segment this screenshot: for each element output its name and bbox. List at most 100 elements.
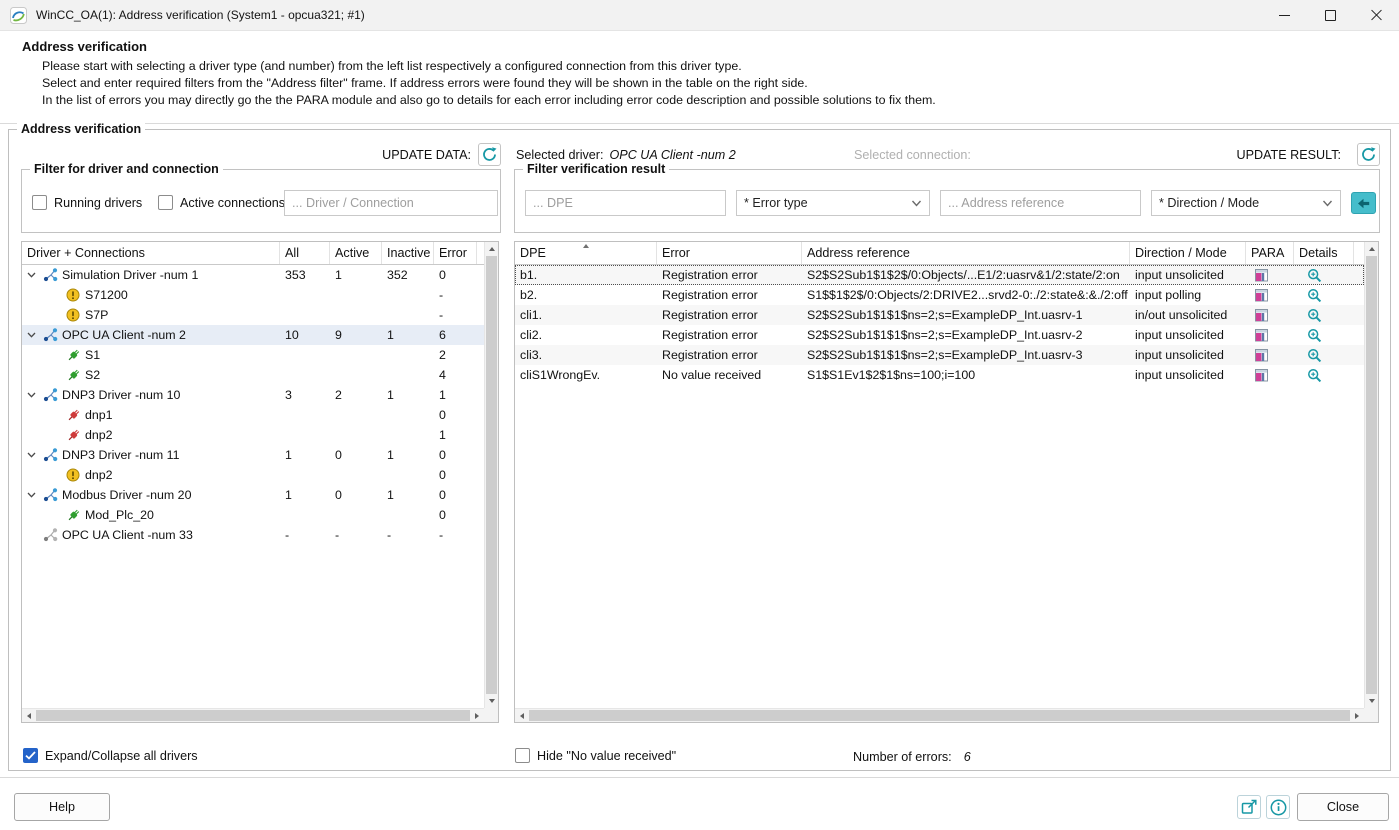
column-all[interactable]: All	[280, 242, 330, 264]
column-error[interactable]: Error	[657, 242, 802, 264]
zoom-details-icon[interactable]	[1307, 308, 1322, 323]
zoom-details-icon[interactable]	[1307, 268, 1322, 283]
driver-label: Modbus Driver -num 20	[62, 488, 191, 502]
scroll-up-arrow[interactable]	[1365, 242, 1378, 256]
para-icon[interactable]	[1255, 268, 1268, 282]
bottom-separator	[0, 777, 1399, 778]
driver-connection-filter-input[interactable]	[284, 190, 498, 216]
scrollbar-thumb[interactable]	[486, 256, 497, 694]
help-button[interactable]: Help	[14, 793, 110, 821]
column-driver-connections[interactable]: Driver + Connections	[22, 242, 280, 264]
scrollbar-thumb[interactable]	[529, 710, 1350, 721]
tree-row-connection[interactable]: dnp2 0	[22, 465, 484, 485]
update-result-button[interactable]	[1357, 143, 1380, 166]
scrollbar-corner	[1364, 708, 1378, 722]
expand-collapse-row: Expand/Collapse all drivers	[23, 748, 198, 763]
horizontal-scrollbar[interactable]	[515, 708, 1364, 722]
column-details[interactable]: Details	[1294, 242, 1354, 264]
chevron-down-icon[interactable]	[27, 272, 43, 278]
scrollbar-thumb[interactable]	[36, 710, 470, 721]
tree-row-driver[interactable]: DNP3 Driver -num 11 1 0 1 0	[22, 445, 484, 465]
scroll-right-arrow[interactable]	[470, 709, 484, 722]
expand-collapse-checkbox[interactable]	[23, 748, 38, 763]
chevron-down-icon[interactable]	[27, 392, 43, 398]
maximize-button[interactable]	[1307, 0, 1353, 30]
para-icon[interactable]	[1255, 308, 1268, 322]
tree-row-connection[interactable]: dnp2 1	[22, 425, 484, 445]
tree-row-driver[interactable]: OPC UA Client -num 33 - - - -	[22, 525, 484, 545]
zoom-details-icon[interactable]	[1307, 328, 1322, 343]
scrollbar-thumb[interactable]	[1366, 256, 1377, 694]
minimize-button[interactable]	[1261, 0, 1307, 30]
column-dpe[interactable]: DPE	[515, 242, 657, 264]
zoom-details-icon[interactable]	[1307, 368, 1322, 383]
export-button[interactable]	[1237, 795, 1261, 819]
tree-row-driver[interactable]: DNP3 Driver -num 10 3 2 1 1	[22, 385, 484, 405]
intro-line-1: Please start with selecting a driver typ…	[42, 58, 936, 75]
address-reference-filter-input[interactable]	[940, 190, 1141, 216]
hide-no-value-checkbox[interactable]	[515, 748, 530, 763]
zoom-details-icon[interactable]	[1307, 348, 1322, 363]
column-error[interactable]: Error	[434, 242, 477, 264]
para-icon[interactable]	[1255, 328, 1268, 342]
result-row[interactable]: b2. Registration error S1$$1$2$/0:Object…	[515, 285, 1364, 305]
scroll-right-arrow[interactable]	[1350, 709, 1364, 722]
warning-icon	[66, 308, 82, 322]
selected-driver: Selected driver:OPC UA Client -num 2	[516, 148, 736, 162]
running-drivers-checkbox[interactable]	[32, 195, 47, 210]
connected-icon	[66, 368, 82, 382]
tree-row-connection[interactable]: S71200 -	[22, 285, 484, 305]
close-button[interactable]: Close	[1297, 793, 1389, 821]
result-row[interactable]: cli3. Registration error S2$S2Sub1$1$1$n…	[515, 345, 1364, 365]
result-row[interactable]: cliS1WrongEv. No value received S1$S1Ev1…	[515, 365, 1364, 385]
para-icon[interactable]	[1255, 288, 1268, 302]
driver-filter-title: Filter for driver and connection	[30, 162, 223, 176]
column-address-reference[interactable]: Address reference	[802, 242, 1130, 264]
result-row[interactable]: cli2. Registration error S2$S2Sub1$1$1$n…	[515, 325, 1364, 345]
scroll-down-arrow[interactable]	[485, 694, 498, 708]
column-inactive[interactable]: Inactive	[382, 242, 434, 264]
tree-row-connection[interactable]: S2 4	[22, 365, 484, 385]
dpe-filter-input[interactable]	[525, 190, 726, 216]
tree-row-driver[interactable]: Simulation Driver -num 1 353 1 352 0	[22, 265, 484, 285]
direction-mode-select[interactable]: * Direction / Mode	[1151, 190, 1341, 216]
vertical-scrollbar[interactable]	[1364, 242, 1378, 708]
scroll-up-arrow[interactable]	[485, 242, 498, 256]
update-result-label: UPDATE RESULT:	[1189, 148, 1341, 162]
driver-label: DNP3 Driver -num 10	[62, 388, 180, 402]
para-icon[interactable]	[1255, 368, 1268, 382]
info-button[interactable]	[1266, 795, 1290, 819]
chevron-down-icon[interactable]	[27, 332, 43, 338]
para-icon[interactable]	[1255, 348, 1268, 362]
window-title: WinCC_OA(1): Address verification (Syste…	[36, 8, 365, 22]
column-active[interactable]: Active	[330, 242, 382, 264]
driver-label: Simulation Driver -num 1	[62, 268, 198, 282]
active-connections-checkbox[interactable]	[158, 195, 173, 210]
scroll-left-arrow[interactable]	[22, 709, 36, 722]
driver-label: OPC UA Client -num 2	[62, 328, 186, 342]
zoom-details-icon[interactable]	[1307, 288, 1322, 303]
close-window-button[interactable]	[1353, 0, 1399, 30]
update-data-button[interactable]	[478, 143, 501, 166]
clear-filter-button[interactable]	[1351, 192, 1376, 214]
tree-row-driver-selected[interactable]: OPC UA Client -num 2 10 9 1 6	[22, 325, 484, 345]
scroll-down-arrow[interactable]	[1365, 694, 1378, 708]
tree-row-connection[interactable]: Mod_Plc_20 0	[22, 505, 484, 525]
vertical-scrollbar[interactable]	[484, 242, 498, 708]
result-row[interactable]: b1. Registration error S2$S2Sub1$1$2$/0:…	[515, 265, 1364, 285]
scroll-left-arrow[interactable]	[515, 709, 529, 722]
column-para[interactable]: PARA	[1246, 242, 1294, 264]
driver-table: Driver + Connections All Active Inactive…	[21, 241, 499, 723]
tree-row-driver[interactable]: Modbus Driver -num 20 1 0 1 0	[22, 485, 484, 505]
error-type-select[interactable]: * Error type	[736, 190, 930, 216]
column-direction-mode[interactable]: Direction / Mode	[1130, 242, 1246, 264]
result-row[interactable]: cli1. Registration error S2$S2Sub1$1$1$n…	[515, 305, 1364, 325]
tree-row-connection[interactable]: S7P -	[22, 305, 484, 325]
intro-header: Address verification Please start with s…	[0, 31, 1399, 124]
tree-row-connection[interactable]: S1 2	[22, 345, 484, 365]
tree-row-connection[interactable]: dnp1 0	[22, 405, 484, 425]
driver-icon	[43, 268, 59, 282]
chevron-down-icon[interactable]	[27, 492, 43, 498]
horizontal-scrollbar[interactable]	[22, 708, 484, 722]
chevron-down-icon[interactable]	[27, 452, 43, 458]
